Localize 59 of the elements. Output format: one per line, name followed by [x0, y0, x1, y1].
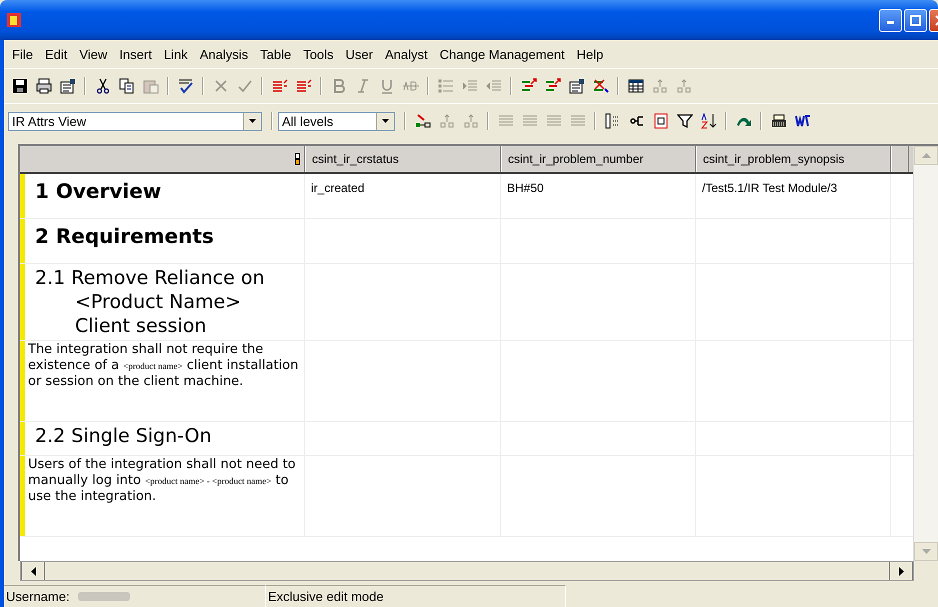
link-icon[interactable]	[544, 78, 560, 94]
sort-icon[interactable]	[700, 113, 716, 129]
column-header[interactable]: csint_ir_problem_number	[501, 146, 696, 172]
copy-icon[interactable]	[118, 78, 134, 94]
caret-icon	[249, 119, 256, 123]
maximize-button[interactable]	[904, 8, 927, 32]
maximize-icon	[910, 14, 921, 26]
right-arrow-icon[interactable]	[898, 566, 904, 576]
menu-item[interactable]: Change Management	[434, 46, 571, 62]
section-heading: 1 Overview	[20, 174, 305, 218]
menu-item[interactable]: Analysis	[194, 46, 254, 62]
document-icon[interactable]	[652, 113, 668, 129]
scissors-icon[interactable]	[94, 78, 110, 94]
menu-item[interactable]: Edit	[38, 46, 74, 62]
menu-item[interactable]: Analyst	[379, 46, 434, 62]
list-icon[interactable]	[272, 78, 288, 94]
table-cell: ir_created	[305, 174, 501, 218]
spellcheck-icon[interactable]	[178, 78, 194, 94]
column-header[interactable]: csint_ir_problem_synopsis	[696, 146, 891, 172]
save-icon[interactable]	[12, 78, 28, 94]
menu-item[interactable]: Link	[158, 46, 194, 62]
blurred-username	[78, 592, 130, 601]
table-cell: /Test5.1/IR Test Module/3	[696, 174, 891, 218]
menu-item[interactable]: Table	[254, 46, 298, 62]
username-label: Username:	[6, 589, 70, 604]
minimize-button[interactable]	[879, 8, 902, 32]
word-icon[interactable]	[794, 113, 810, 129]
menu-item[interactable]: Insert	[113, 46, 158, 62]
typewriter-icon[interactable]	[770, 113, 786, 129]
edit-mode-status: Exclusive edit mode	[268, 589, 384, 604]
insert-object-icon[interactable]	[414, 113, 430, 129]
level-dropdown[interactable]: All levels	[278, 112, 395, 130]
app-icon	[6, 12, 22, 28]
body-text: Users of the integration shall not need to manually log into <product name> - <product name> to use the integration.	[20, 456, 305, 536]
link-delete-icon[interactable]	[592, 78, 608, 94]
menu-item[interactable]: Help	[570, 46, 610, 62]
view-dropdown[interactable]: IR Attrs View	[8, 112, 262, 130]
section-heading: 2.1 Remove Reliance on <Product Name> Client session	[20, 264, 305, 340]
caret-icon	[382, 119, 389, 123]
menu-item[interactable]: File	[6, 46, 39, 62]
print-icon[interactable]	[36, 78, 52, 94]
link-icon[interactable]	[520, 78, 536, 94]
column-header[interactable]: csint_ir_crstatus	[305, 146, 501, 172]
filter-icon[interactable]	[676, 113, 692, 129]
properties-icon[interactable]	[568, 78, 584, 94]
menu-item[interactable]: View	[73, 46, 114, 62]
menu-item[interactable]: User	[340, 46, 379, 62]
left-arrow-icon[interactable]	[30, 566, 36, 576]
section-heading: 2.2 Single Sign-On	[20, 422, 305, 455]
body-text: The integration shall not require the existence of a <product name> client installation or session on the client machine.	[20, 341, 305, 421]
horizontal-scrollbar[interactable]	[20, 561, 914, 581]
properties-icon[interactable]	[60, 78, 76, 94]
columns-icon[interactable]	[604, 113, 620, 129]
menu-item[interactable]: Tools	[297, 46, 340, 62]
table-icon[interactable]	[628, 78, 644, 94]
section-heading: 2 Requirements	[20, 219, 305, 263]
marker-icon	[295, 153, 300, 165]
list-icon[interactable]	[296, 78, 312, 94]
table-cell: BH#50	[501, 174, 696, 218]
